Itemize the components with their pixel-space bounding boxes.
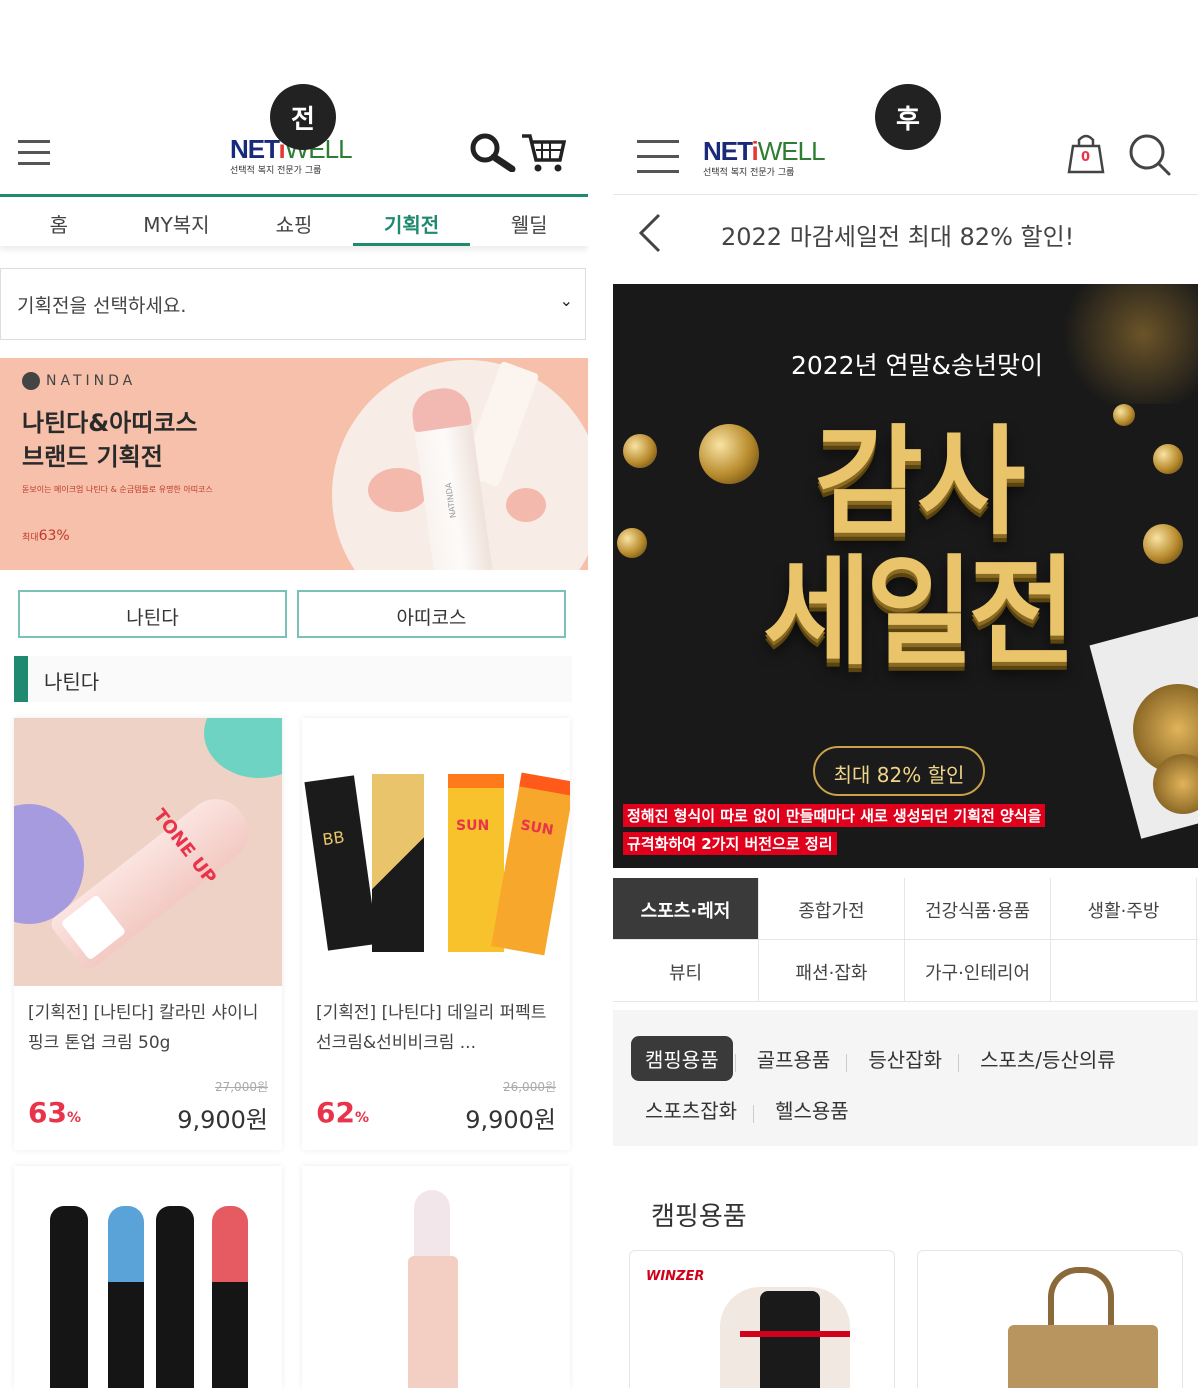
product-card[interactable] (917, 1250, 1183, 1388)
section-title: 캠핑용품 (651, 1202, 747, 1232)
category-living[interactable]: 생활·주방 (1051, 878, 1197, 939)
subcategory-fitness[interactable]: 헬스용품 (761, 1087, 863, 1132)
tab-shopping[interactable]: 쇼핑 (235, 197, 353, 246)
page-title: 2022 마감세일전 최대 82% 할인! (721, 223, 1075, 251)
tab-home[interactable]: 홈 (0, 197, 118, 246)
page-title-bar: 2022 마감세일전 최대 82% 할인! (613, 194, 1198, 270)
subcategory-sports-goods[interactable]: 스포츠잡화 (631, 1087, 751, 1132)
brand-buttons: 나틴다 아띠코스 (18, 590, 566, 638)
subcategory-sportswear[interactable]: 스포츠/등산의류 (966, 1036, 1130, 1081)
product-name: [기획전] [나틴다] 데일리 퍼펙트 선크림&선비비크림 ... (316, 1003, 547, 1053)
cart-count: 0 (1081, 150, 1091, 165)
brand-button-natinda[interactable]: 나틴다 (18, 590, 287, 638)
product-image (14, 1166, 282, 1388)
banner-brand: NATINDA (22, 372, 136, 390)
category-sports[interactable]: 스포츠·레저 (613, 878, 759, 939)
card-brand: WINZER (646, 1269, 705, 1284)
before-badge: 전 (270, 84, 336, 150)
back-arrow-icon[interactable] (637, 213, 663, 253)
after-panel: 후 NETiWELL 선택적 복지 전문가 그룹 0 2022 마감세일전 최대… (613, 0, 1198, 1388)
annotation-line-1: 정해진 형식이 따로 없이 만들때마다 새로 생성되던 기획전 양식을 (623, 804, 1046, 827)
after-badge: 후 (875, 84, 941, 150)
hero-title-line2: 세일전 (763, 543, 1077, 681)
tab-my-welfare[interactable]: MY복지 (118, 197, 236, 246)
menu-icon[interactable] (637, 140, 679, 173)
hero-title-line1: 감사 (814, 413, 1025, 551)
select-placeholder: 기획전을 선택하세요. (17, 295, 187, 317)
annotation-line-2: 규격화하여 2가지 버전으로 정리 (623, 832, 837, 855)
subcategory-golf[interactable]: 골프용품 (743, 1036, 845, 1081)
discount-rate: 63% (28, 1096, 81, 1129)
product-card[interactable]: BB BB SUN SUN [기획전] [나틴다] 데일리 퍼펙트 선크림&선비… (302, 718, 570, 1150)
hero-discount-pill: 최대 82% 할인 (813, 746, 985, 796)
banner-subtitle: 돋보이는 메이크업 나틴다 & 순금템들로 유명한 아띠코스 (22, 485, 213, 494)
brand-button-atticos[interactable]: 아띠코스 (297, 590, 566, 638)
category-fashion[interactable]: 패션·잡화 (759, 940, 905, 1001)
cart-icon[interactable] (520, 130, 568, 174)
category-grid: 스포츠·레저 종합가전 건강식품·용품 생활·주방 뷰티 패션·잡화 가구·인테… (613, 878, 1198, 1002)
sale-price: 9,900원 (465, 1106, 556, 1134)
category-furniture[interactable]: 가구·인테리어 (905, 940, 1051, 1001)
section-title: 나틴다 (14, 656, 572, 702)
product-image (302, 1166, 570, 1388)
search-icon[interactable] (1127, 132, 1173, 178)
main-tabs: 홈 MY복지 쇼핑 기획전 웰딜 (0, 194, 588, 246)
discount-rate: 62% (316, 1096, 369, 1129)
category-health[interactable]: 건강식품·용품 (905, 878, 1051, 939)
before-panel: 전 NETiWELL 선택적 복지 전문가 그룹 홈 MY복지 쇼핑 기획전 웰… (0, 0, 588, 1388)
menu-icon[interactable] (18, 140, 50, 166)
tab-exhibition[interactable]: 기획전 (352, 197, 471, 246)
sale-price: 9,900원 (177, 1106, 268, 1134)
logo[interactable]: NETiWELL 선택적 복지 전문가 그룹 (703, 138, 826, 178)
product-card[interactable] (302, 1166, 570, 1388)
original-price: 26,000원 (502, 1080, 556, 1094)
brand-banner[interactable]: NATINDA NATINDA 나틴다&아띠코스 브랜드 기획전 돋보이는 메이… (0, 358, 588, 570)
product-card[interactable]: TONE UP [기획전] [나틴다] 칼라민 샤이니 핑크 톤업 크림 50g… (14, 718, 282, 1150)
category-empty (1051, 940, 1197, 1001)
exhibition-select[interactable]: 기획전을 선택하세요. ⌄ (0, 268, 586, 340)
banner-title: 나틴다&아띠코스 브랜드 기획전 (22, 409, 198, 471)
hero-banner[interactable]: 2022년 연말&송년맞이 감사 세일전 최대 82% 할인 정해진 형식이 따… (613, 284, 1198, 868)
search-icon[interactable] (468, 132, 516, 172)
product-card[interactable]: WINZER (629, 1250, 895, 1388)
product-name: [기획전] [나틴다] 칼라민 샤이니 핑크 톤업 크림 50g (28, 1003, 259, 1053)
product-card[interactable] (14, 1166, 282, 1388)
banner-discount: 최대63% (22, 528, 70, 544)
product-image: TONE UP (14, 718, 282, 986)
subcategory-bar: 캠핑용품 골프용품 등산잡화 스포츠/등산의류 스포츠잡화 헬스용품 (613, 1010, 1198, 1146)
tab-welldeal[interactable]: 웰딜 (470, 197, 588, 246)
category-beauty[interactable]: 뷰티 (613, 940, 759, 1001)
chevron-down-icon: ⌄ (559, 291, 573, 310)
subcategory-camping[interactable]: 캠핑용품 (631, 1036, 733, 1081)
original-price: 27,000원 (214, 1080, 268, 1094)
category-appliances[interactable]: 종합가전 (759, 878, 905, 939)
product-image: BB BB SUN SUN (302, 718, 570, 986)
subcategory-hiking[interactable]: 등산잡화 (854, 1036, 956, 1081)
hero-subtitle: 2022년 연말&송년맞이 (790, 351, 1044, 380)
